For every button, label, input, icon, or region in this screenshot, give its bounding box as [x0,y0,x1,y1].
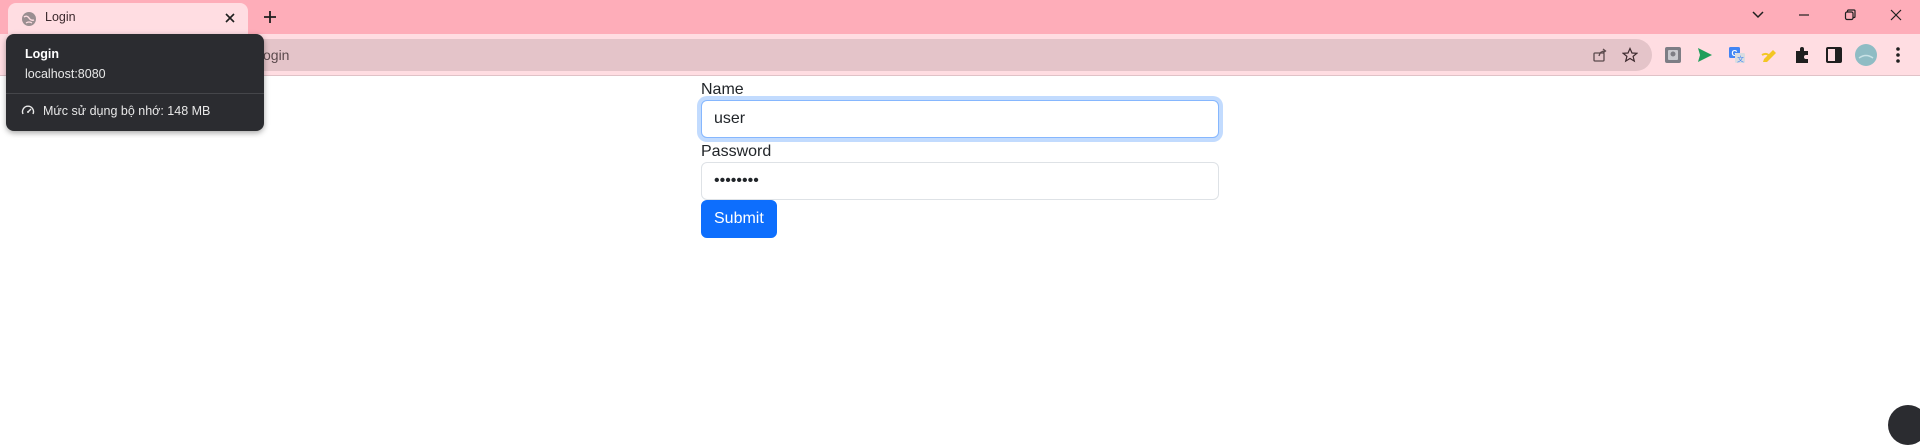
share-icon[interactable] [1590,45,1610,65]
address-bar[interactable]: /login [180,39,1652,71]
hover-card-memory: Mức sử dụng bộ nhớ: 148 MB [21,101,210,121]
tab-strip: Login [0,0,1920,34]
browser-toolbar: /login [0,34,1920,76]
tab-login[interactable]: Login [8,3,248,34]
tab-hover-card: Login localhost:8080 Mức sử dụng bộ nhớ:… [6,34,264,131]
hover-card-host: localhost:8080 [25,67,106,81]
translate-icon[interactable]: G文 [1726,44,1748,66]
pencil-icon[interactable] [1759,44,1781,66]
plus-icon [264,11,276,23]
minimize-button[interactable] [1781,0,1827,30]
chevron-down-icon [1752,11,1764,19]
corner-assistant-badge[interactable] [1888,405,1920,445]
restore-icon [1844,9,1856,21]
name-input[interactable] [701,100,1219,138]
window-close-icon [1890,9,1902,21]
tab-title: Login [45,10,76,24]
tab-search-button[interactable] [1735,0,1781,30]
hover-card-divider [6,93,264,94]
login-form: Name Password Submit [701,80,1219,238]
close-icon[interactable] [220,8,240,28]
hover-card-title: Login [25,47,60,61]
menu-kebab-icon[interactable] [1887,44,1909,66]
globe-icon [21,11,37,27]
minimize-icon [1799,14,1809,16]
restore-button[interactable] [1827,0,1873,30]
hover-card-memory-text: Mức sử dụng bộ nhớ: 148 MB [43,104,211,118]
star-icon[interactable] [1620,45,1640,65]
submit-button[interactable]: Submit [701,200,777,238]
password-label: Password [701,143,772,160]
profile-avatar[interactable] [1855,44,1877,66]
side-panel-icon[interactable] [1823,44,1845,66]
send-icon[interactable] [1694,44,1716,66]
svg-text:文: 文 [1737,55,1744,64]
name-label: Name [701,81,744,98]
puzzle-icon[interactable] [1791,44,1813,66]
extension-icon[interactable] [1662,44,1684,66]
window-close-button[interactable] [1873,0,1919,30]
password-input[interactable] [701,162,1219,200]
new-tab-button[interactable] [259,6,281,28]
memory-gauge-icon [21,105,35,115]
